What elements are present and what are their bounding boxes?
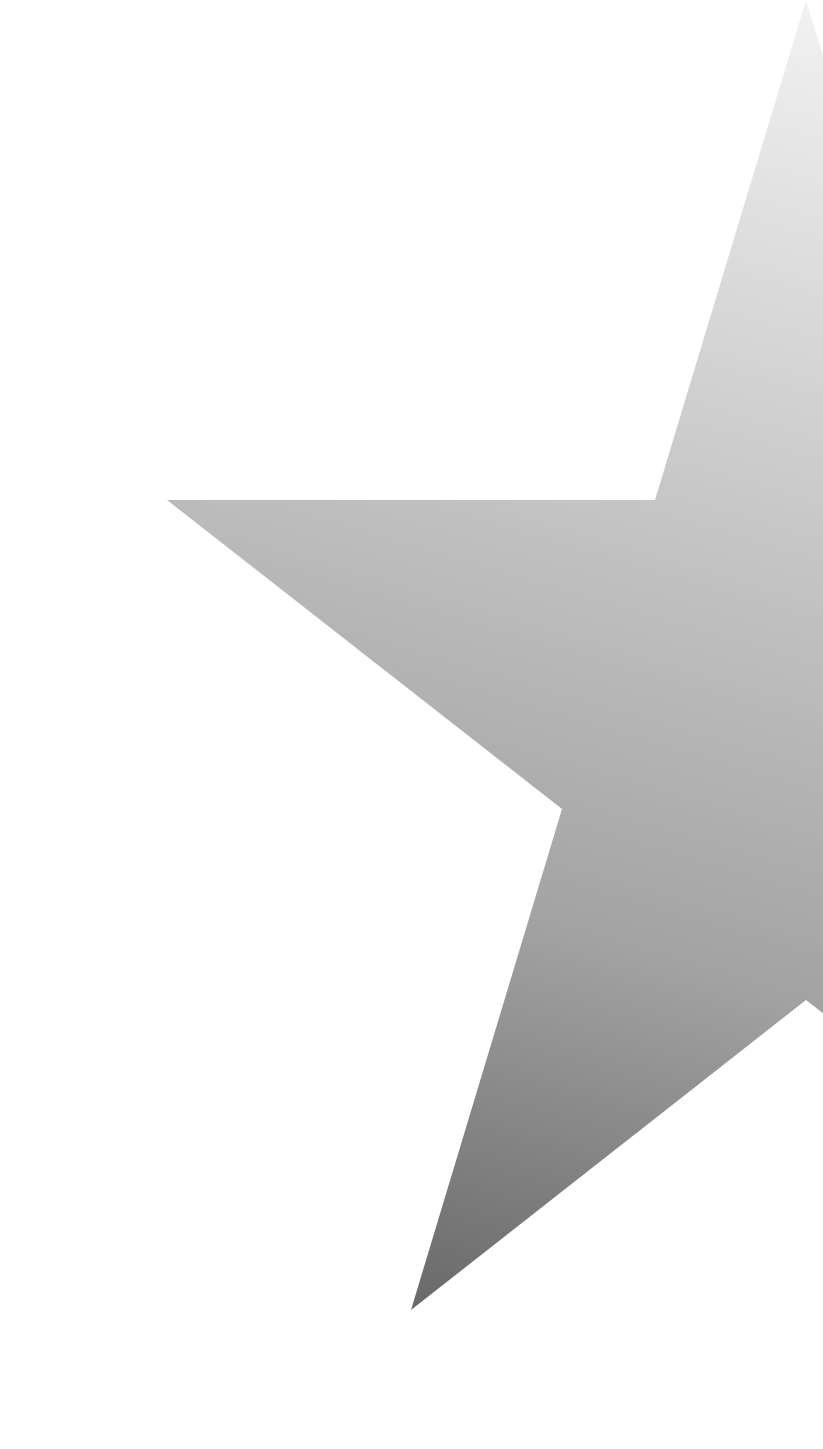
canvas [0,0,823,1449]
star-icon [167,0,823,1310]
star-graphic [167,0,823,1310]
